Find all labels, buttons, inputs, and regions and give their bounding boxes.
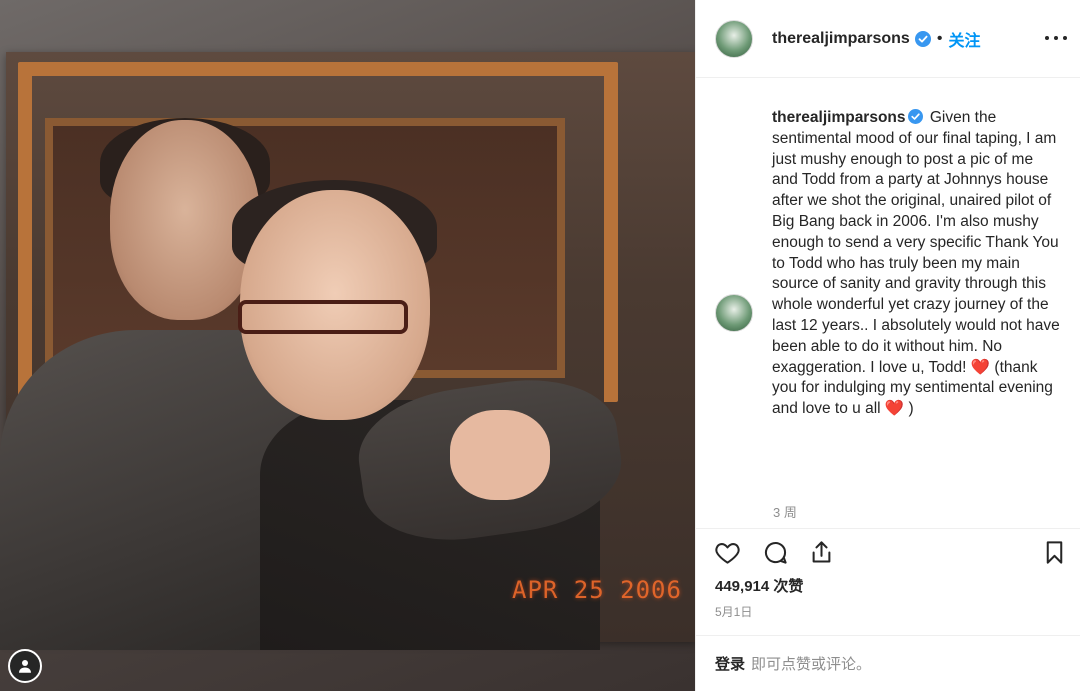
caption-avatar-column [715, 108, 753, 420]
caption-text: therealjimparsons Given the sentimental … [772, 108, 1062, 420]
verified-badge-icon [907, 109, 923, 124]
heart-emoji: ❤️ [884, 400, 905, 418]
action-bar [696, 528, 1080, 574]
profile-avatar-icon[interactable] [8, 649, 42, 683]
person-icon [19, 660, 31, 673]
post-sidebar: therealjimparsons • 关注 therealjimparsons… [695, 0, 1080, 691]
comment-icon[interactable] [760, 537, 790, 567]
verified-badge-icon [914, 30, 931, 47]
login-link[interactable]: 登录 [715, 653, 745, 674]
caption-username-link[interactable]: therealjimparsons [772, 109, 906, 126]
heart-emoji: ❤️ [970, 358, 991, 376]
user-avatar[interactable] [715, 19, 753, 58]
share-icon[interactable] [806, 537, 836, 567]
photo-date-stamp: APR 25 2006 [512, 576, 682, 604]
caption-body: Given the sentimental mood of our final … [772, 109, 1060, 376]
caption-close: ) [908, 400, 914, 418]
bookmark-icon[interactable] [1039, 537, 1069, 567]
glasses [238, 300, 408, 334]
more-options-icon[interactable] [1045, 28, 1067, 48]
caption-avatar[interactable] [715, 294, 753, 332]
username-link[interactable]: therealjimparsons [772, 30, 910, 48]
post-date[interactable]: 5月1日 [715, 603, 752, 620]
caption: therealjimparsons Given the sentimental … [715, 108, 1065, 420]
hand [450, 410, 550, 500]
caption-time[interactable]: 3 周 [773, 502, 797, 521]
login-prompt: 登录 即可点赞或评论。 [696, 635, 1080, 691]
separator-dot: • [936, 29, 943, 47]
follow-button[interactable]: 关注 [948, 27, 980, 51]
post-header: therealjimparsons • 关注 [696, 0, 1080, 78]
login-hint: 即可点赞或评论。 [751, 656, 872, 673]
post-photo[interactable]: APR 25 2006 [0, 0, 695, 691]
heart-icon[interactable] [712, 537, 742, 567]
like-count[interactable]: 449,914 次赞 [715, 575, 803, 596]
